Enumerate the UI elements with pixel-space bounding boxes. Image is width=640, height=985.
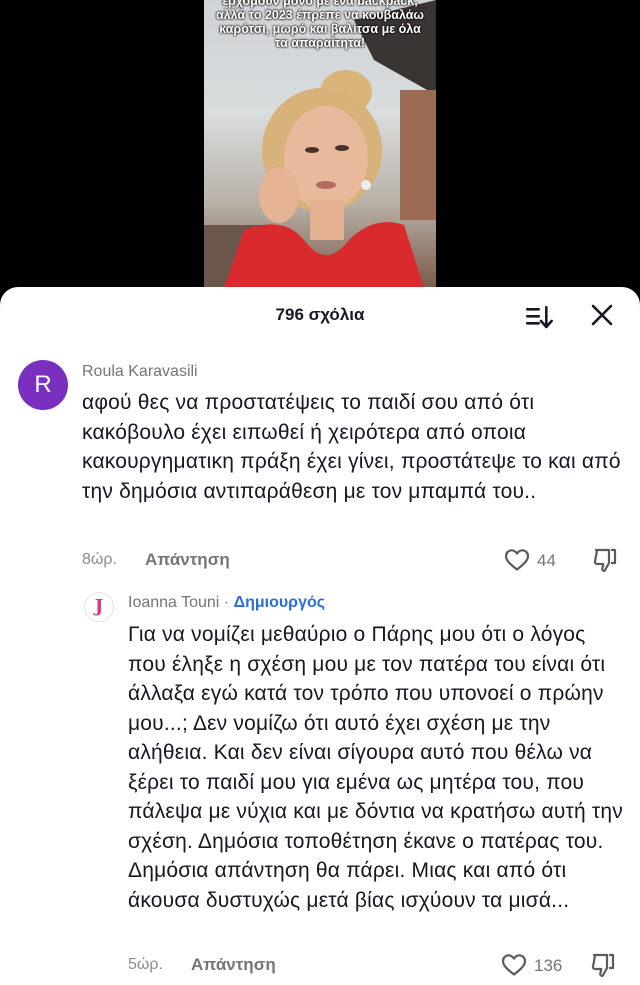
sort-icon [526, 306, 553, 329]
sort-button[interactable] [522, 301, 554, 333]
close-icon [591, 304, 613, 326]
caption-line: καρότσι, μωρό και βαλίτσα με όλα [219, 22, 421, 36]
comments-header: 796 σχόλια [0, 287, 640, 343]
avatar[interactable]: R [18, 360, 68, 410]
caption-line: έρχομουν μόνο με ένα backpack, [222, 0, 418, 8]
like-button[interactable] [501, 953, 527, 982]
thumbs-down-icon [593, 548, 617, 573]
heart-icon [504, 549, 530, 571]
comment-username[interactable]: Ioanna Touni [128, 594, 219, 611]
close-button[interactable] [588, 301, 616, 329]
video-player[interactable]: έρχομουν μόνο με ένα backpack, αλλά το 2… [204, 0, 436, 288]
like-count: 44 [537, 551, 556, 570]
caption-line: αλλά το 2023 έπρεπε να κουβαλάω [216, 8, 424, 22]
comments-sheet: 796 σχόλια R Roula Karavasili αφού θες ν… [0, 287, 640, 985]
comment-time: 8ώρ. [82, 551, 117, 568]
separator: · [223, 594, 230, 611]
dislike-button[interactable] [590, 952, 616, 985]
comment-text: αφού θες να προστατέψεις το παιδί σου απ… [82, 391, 621, 503]
comment-username[interactable]: Roula Karavasili [82, 363, 198, 381]
comment-text: Για να νομίζει μεθαύριο ο Πάρης μου ότι … [128, 623, 624, 912]
reply-button[interactable]: Απάντηση [145, 550, 230, 570]
avatar[interactable]: J [84, 592, 114, 622]
video-background: έρχομουν μόνο με ένα backpack, αλλά το 2… [0, 0, 640, 300]
video-caption: έρχομουν μόνο με ένα backpack, αλλά το 2… [204, 0, 436, 50]
like-count: 136 [534, 956, 563, 975]
reply-button[interactable]: Απάντηση [191, 955, 276, 975]
caption-line: τα απαραίτητα! [274, 36, 366, 50]
creator-badge: Δημιουργός [233, 594, 326, 611]
dislike-button[interactable] [592, 547, 618, 580]
comment-time: 5ώρ. [128, 956, 163, 973]
heart-icon [501, 954, 527, 976]
thumbs-down-icon [591, 953, 615, 978]
comment-username-row: Ioanna Touni · Δημιουργός [128, 594, 325, 612]
like-button[interactable] [504, 548, 530, 577]
